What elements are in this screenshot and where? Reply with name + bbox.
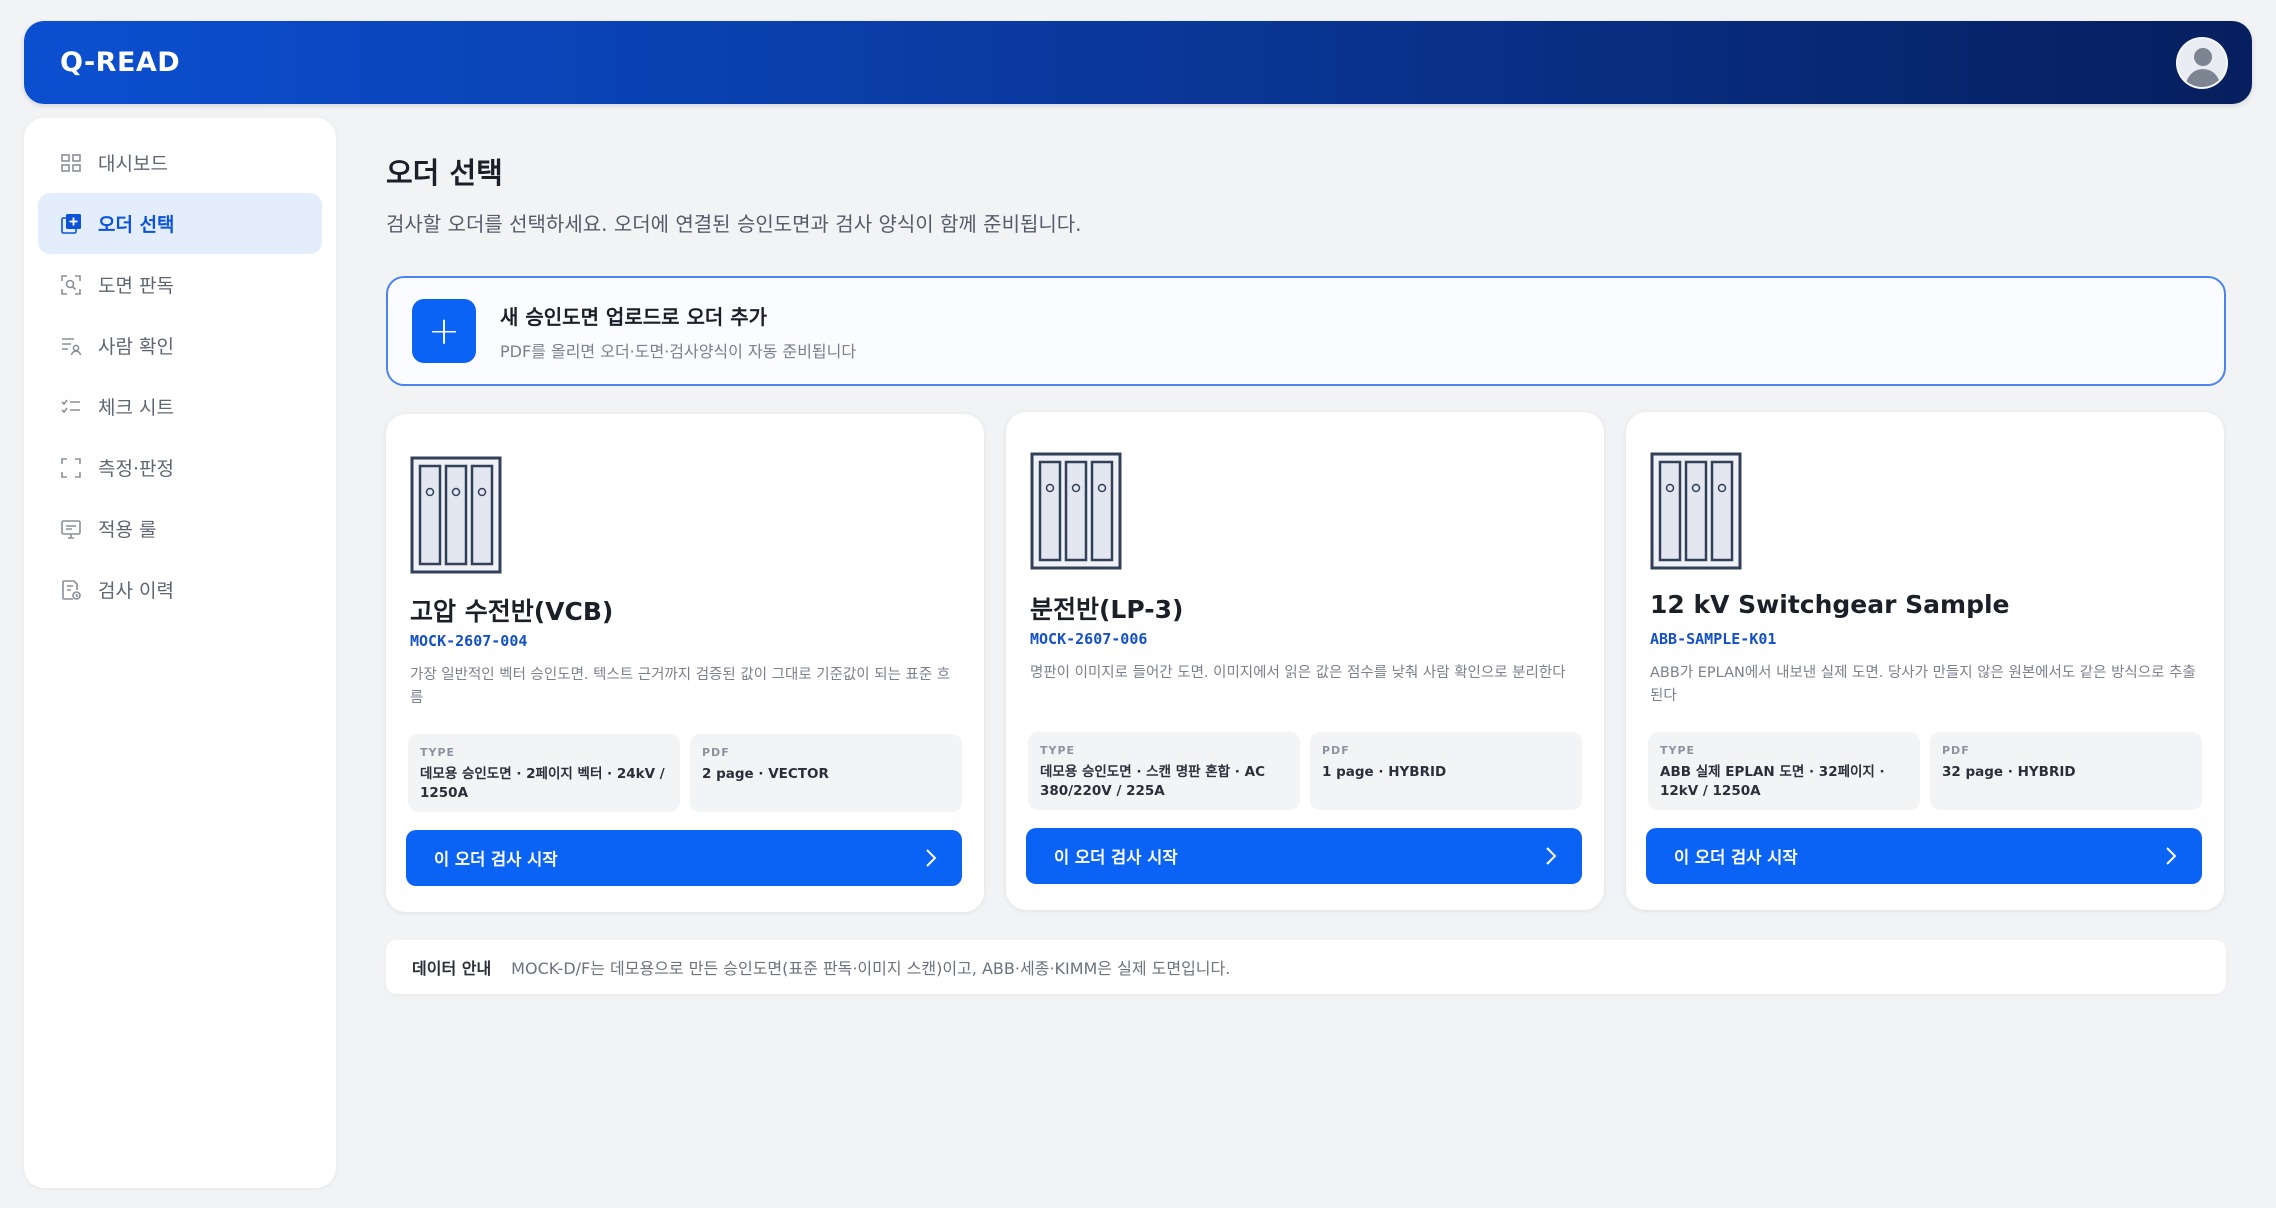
sidebar-item-drawing-read[interactable]: 도면 판독 xyxy=(38,254,322,315)
card-description: 가장 일반적인 벡터 승인도면. 텍스트 근거까지 검증된 값이 그대로 기준값… xyxy=(410,667,951,706)
order-card: 고압 수전반(VCB) MOCK-2607-004 가장 일반적인 벡터 승인도… xyxy=(386,414,984,912)
card-order-code: MOCK-2607-006 xyxy=(1030,630,1148,648)
pdf-label: PDF xyxy=(1942,744,1970,757)
sidebar-item-label: 측정·판정 xyxy=(98,458,174,480)
card-title: 고압 수전반(VCB) xyxy=(410,597,614,626)
start-inspection-label: 이 오더 검사 시작 xyxy=(434,850,558,869)
avatar-body xyxy=(2186,68,2220,87)
page-subtitle: 검사할 오더를 선택하세요. 오더에 연결된 승인도면과 검사 양식이 함께 준… xyxy=(386,212,1082,236)
type-label: TYPE xyxy=(1040,744,1076,757)
start-inspection-label: 이 오더 검사 시작 xyxy=(1054,848,1178,867)
data-notice: 데이터 안내 MOCK-D/F는 데모용으로 만든 승인도면(표준 판독·이미지… xyxy=(386,940,2226,994)
type-value: 데모용 승인도면 · 스캔 명판 혼합 · AC 380/220V / 225A xyxy=(1040,764,1265,799)
chevron-right-icon xyxy=(1546,847,1557,865)
notice-label: 데이터 안내 xyxy=(412,959,492,978)
order-card: 12 kV Switchgear Sample ABB-SAMPLE-K01 A… xyxy=(1626,412,2224,910)
sidebar-item-rules[interactable]: 적용 룰 xyxy=(38,498,322,559)
card-title: 분전반(LP-3) xyxy=(1030,595,1184,624)
start-inspection-button[interactable]: 이 오더 검사 시작 xyxy=(406,830,962,886)
start-inspection-label: 이 오더 검사 시작 xyxy=(1674,848,1798,867)
pdf-value: 2 page · VECTOR xyxy=(702,766,829,782)
sidebar-item-label: 검사 이력 xyxy=(98,580,174,602)
sidebar-item-label: 대시보드 xyxy=(98,153,168,175)
type-value: 데모용 승인도면 · 2페이지 벡터 · 24kV / 1250A xyxy=(420,766,665,801)
rules-icon xyxy=(58,516,84,542)
main-content: 오더 선택 검사할 오더를 선택하세요. 오더에 연결된 승인도면과 검사 양식… xyxy=(386,150,2226,994)
chevron-right-icon xyxy=(926,849,937,867)
sidebar-item-label: 도면 판독 xyxy=(98,275,174,297)
type-label: TYPE xyxy=(1660,744,1696,757)
order-card: 분전반(LP-3) MOCK-2607-006 명판이 이미지로 들어간 도면.… xyxy=(1006,412,1604,910)
card-pdf-box: PDF 1 page · HYBRID xyxy=(1310,732,1582,810)
notice-text: MOCK-D/F는 데모용으로 만든 승인도면(표준 판독·이미지 스캔)이고,… xyxy=(511,959,1231,978)
sidebar-item-checksheet[interactable]: 체크 시트 xyxy=(38,376,322,437)
pdf-value: 32 page · HYBRID xyxy=(1942,764,2076,780)
card-type-box: TYPE 데모용 승인도면 · 2페이지 벡터 · 24kV / 1250A xyxy=(408,734,680,812)
sidebar-item-label: 오더 선택 xyxy=(98,214,175,236)
top-header: Q-READ xyxy=(24,21,2252,104)
upload-subtitle: PDF를 올리면 오더·도면·검사양식이 자동 준비됩니다 xyxy=(500,341,857,361)
history-icon xyxy=(58,577,84,603)
sidebar-item-person-check[interactable]: 사람 확인 xyxy=(38,315,322,376)
sidebar: 대시보드 오더 선택 도면 판독 사람 확인 체크 시트 측정·판정 적용 룰 … xyxy=(24,118,336,1188)
switchgear-panel-icon xyxy=(410,456,502,574)
upload-title: 새 승인도면 업로드로 오더 추가 xyxy=(500,304,768,329)
card-description: ABB가 EPLAN에서 내보낸 실제 도면. 당사가 만들지 않은 원본에서도… xyxy=(1650,665,2196,704)
card-pdf-box: PDF 32 page · HYBRID xyxy=(1930,732,2202,810)
start-inspection-button[interactable]: 이 오더 검사 시작 xyxy=(1026,828,1582,884)
avatar-head xyxy=(2194,47,2212,66)
dashboard-icon xyxy=(58,150,84,176)
upload-order-banner[interactable]: + 새 승인도면 업로드로 오더 추가 PDF를 올리면 오더·도면·검사양식이… xyxy=(386,276,2226,386)
add-order-icon xyxy=(58,211,84,237)
type-label: TYPE xyxy=(420,746,456,759)
switchgear-panel-icon xyxy=(1030,452,1122,570)
sidebar-item-label: 체크 시트 xyxy=(98,397,174,419)
sidebar-item-dashboard[interactable]: 대시보드 xyxy=(38,132,322,193)
sidebar-item-label: 적용 룰 xyxy=(98,519,157,541)
card-description: 명판이 이미지로 들어간 도면. 이미지에서 읽은 값은 점수를 낮춰 사람 확… xyxy=(1030,665,1566,681)
user-avatar[interactable] xyxy=(2176,36,2228,89)
card-order-code: MOCK-2607-004 xyxy=(410,632,528,650)
card-type-box: TYPE ABB 실제 EPLAN 도면 · 32페이지 · 12kV / 12… xyxy=(1648,732,1920,810)
upload-text: 새 승인도면 업로드로 오더 추가 PDF를 올리면 오더·도면·검사양식이 자… xyxy=(500,301,856,362)
checklist-icon xyxy=(58,394,84,420)
person-check-icon xyxy=(58,333,84,359)
card-type-box: TYPE 데모용 승인도면 · 스캔 명판 혼합 · AC 380/220V /… xyxy=(1028,732,1300,810)
card-title: 12 kV Switchgear Sample xyxy=(1650,590,2010,619)
pdf-label: PDF xyxy=(1322,744,1350,757)
pdf-value: 1 page · HYBRID xyxy=(1322,764,1447,780)
sidebar-item-order-select[interactable]: 오더 선택 xyxy=(38,193,322,254)
sidebar-item-label: 사람 확인 xyxy=(98,336,174,358)
start-inspection-button[interactable]: 이 오더 검사 시작 xyxy=(1646,828,2202,884)
chevron-right-icon xyxy=(2166,847,2177,865)
sidebar-item-history[interactable]: 검사 이력 xyxy=(38,559,322,620)
card-pdf-box: PDF 2 page · VECTOR xyxy=(690,734,962,812)
sidebar-item-measure[interactable]: 측정·판정 xyxy=(38,437,322,498)
plus-icon[interactable]: + xyxy=(412,299,476,363)
page-title: 오더 선택 xyxy=(386,156,503,190)
pdf-label: PDF xyxy=(702,746,730,759)
switchgear-panel-icon xyxy=(1650,452,1742,570)
scan-icon xyxy=(58,272,84,298)
order-cards: 고압 수전반(VCB) MOCK-2607-004 가장 일반적인 벡터 승인도… xyxy=(386,412,2226,912)
measure-icon xyxy=(58,455,84,481)
type-value: ABB 실제 EPLAN 도면 · 32페이지 · 12kV / 1250A xyxy=(1660,764,1885,799)
brand-logo[interactable]: Q-READ xyxy=(60,47,180,78)
card-order-code: ABB-SAMPLE-K01 xyxy=(1650,630,1777,648)
